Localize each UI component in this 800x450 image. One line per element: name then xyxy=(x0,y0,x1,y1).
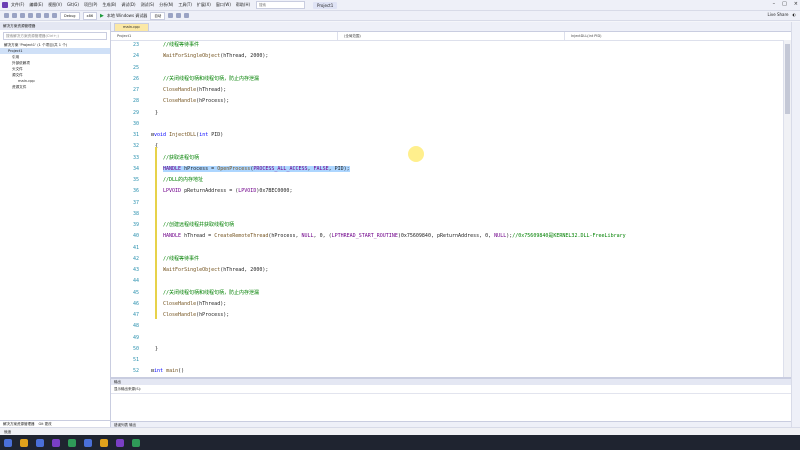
toolbar-right: Live Share ◐ xyxy=(768,12,796,17)
forward-icon[interactable] xyxy=(12,13,17,18)
status-text: 就绪 xyxy=(4,430,11,434)
nav-project[interactable]: Project1 xyxy=(111,32,338,40)
menu-tools[interactable]: 工具(T) xyxy=(178,2,192,8)
browser-icon[interactable] xyxy=(36,438,44,447)
scrollbar-thumb[interactable] xyxy=(785,44,790,114)
app-icon[interactable] xyxy=(84,438,92,447)
title-bar: 文件(F) 编辑(E) 视图(V) Git(G) 项目(P) 生成(B) 调试(… xyxy=(0,0,800,11)
output-panel: 输出 显示输出来源(S): 错误列表 输出 xyxy=(111,377,795,429)
window-controls: – □ × xyxy=(773,1,798,7)
tool-icon[interactable] xyxy=(184,13,190,18)
status-bar: 就绪 xyxy=(0,427,800,435)
menu-bar: 文件(F) 编辑(E) 视图(V) Git(G) 项目(P) 生成(B) 调试(… xyxy=(11,2,250,8)
visual-studio-icon[interactable] xyxy=(52,438,60,447)
tab-main-cpp[interactable]: main.cpp xyxy=(114,23,149,31)
menu-view[interactable]: 视图(V) xyxy=(48,2,62,8)
app-icon[interactable] xyxy=(116,438,124,447)
project-name: Project1 xyxy=(313,1,338,9)
menu-debug[interactable]: 调试(D) xyxy=(121,2,135,8)
save-all-icon[interactable] xyxy=(36,13,41,18)
app-icon[interactable] xyxy=(100,438,108,447)
windows-taskbar xyxy=(0,435,800,450)
solution-tree: 解决方案 'Project1' (1 个项目/共 1 个) Project1 引… xyxy=(0,42,110,90)
tool-icon[interactable] xyxy=(168,13,174,18)
nav-scope[interactable]: (全局范围) xyxy=(338,32,565,40)
close-icon[interactable]: × xyxy=(794,1,798,7)
change-indicator xyxy=(155,147,157,319)
code-area[interactable]: 23//线程等待事件 24 WaitForSingleObject(hThread… xyxy=(111,40,792,377)
right-tool-strip xyxy=(791,22,800,427)
menu-analyze[interactable]: 分析(N) xyxy=(159,2,173,8)
sidebar-tabs: 解决方案资源管理器 Git 更改 xyxy=(0,420,110,427)
tool-icon[interactable] xyxy=(176,13,182,18)
editor-tabs: main.cpp xyxy=(111,22,792,32)
menu-extensions[interactable]: 扩展(X) xyxy=(197,2,211,8)
save-icon[interactable] xyxy=(28,13,33,18)
menu-window[interactable]: 窗口(W) xyxy=(216,2,231,8)
platform-select[interactable]: x86 xyxy=(82,11,98,20)
start-icon[interactable] xyxy=(4,438,12,447)
solution-explorer-title: 解决方案资源管理器 xyxy=(0,22,110,30)
menu-git[interactable]: Git(G) xyxy=(67,2,79,8)
account-icon[interactable]: ◐ xyxy=(793,12,797,17)
live-share-button[interactable]: Live Share xyxy=(768,12,789,17)
visual-studio-logo-icon xyxy=(2,2,8,8)
solution-explorer: 解决方案资源管理器 搜索解决方案资源管理器(Ctrl+;) 解决方案 'Proj… xyxy=(0,22,111,427)
toolbar: Debug x86 ▶ 本地 Windows 调试器 自动 Live Share… xyxy=(0,11,800,21)
start-debug-icon[interactable]: ▶ xyxy=(100,13,104,19)
app-icon[interactable] xyxy=(132,438,140,447)
back-icon[interactable] xyxy=(4,13,9,18)
new-file-icon[interactable] xyxy=(20,13,25,18)
app-icon[interactable] xyxy=(68,438,76,447)
configuration-select[interactable]: Debug xyxy=(60,11,80,20)
mouse-cursor-highlight xyxy=(408,146,424,162)
solution-search-input[interactable]: 搜索解决方案资源管理器(Ctrl+;) xyxy=(3,32,107,40)
nav-function[interactable]: InjectDLL(int PID) xyxy=(565,32,792,40)
menu-help[interactable]: 帮助(H) xyxy=(236,2,250,8)
menu-build[interactable]: 生成(B) xyxy=(102,2,116,8)
output-source-label[interactable]: 显示输出来源(S): xyxy=(111,385,792,394)
menu-file[interactable]: 文件(F) xyxy=(11,2,24,8)
menu-test[interactable]: 测试(S) xyxy=(141,2,155,8)
maximize-icon[interactable]: □ xyxy=(782,1,787,7)
code-editor: main.cpp Project1 (全局范围) InjectDLL(int P… xyxy=(111,22,792,377)
run-target-label[interactable]: 本地 Windows 调试器 xyxy=(107,13,147,19)
menu-edit[interactable]: 编辑(E) xyxy=(29,2,43,8)
tree-item-resource-files[interactable]: 资源文件 xyxy=(0,84,110,90)
minimize-icon[interactable]: – xyxy=(773,1,776,7)
redo-icon[interactable] xyxy=(52,13,57,18)
undo-icon[interactable] xyxy=(44,13,49,18)
menu-project[interactable]: 项目(P) xyxy=(84,2,98,8)
search-input[interactable]: 搜索 xyxy=(256,1,306,9)
file-explorer-icon[interactable] xyxy=(20,438,28,447)
run-mode-select[interactable]: 自动 xyxy=(150,11,166,20)
